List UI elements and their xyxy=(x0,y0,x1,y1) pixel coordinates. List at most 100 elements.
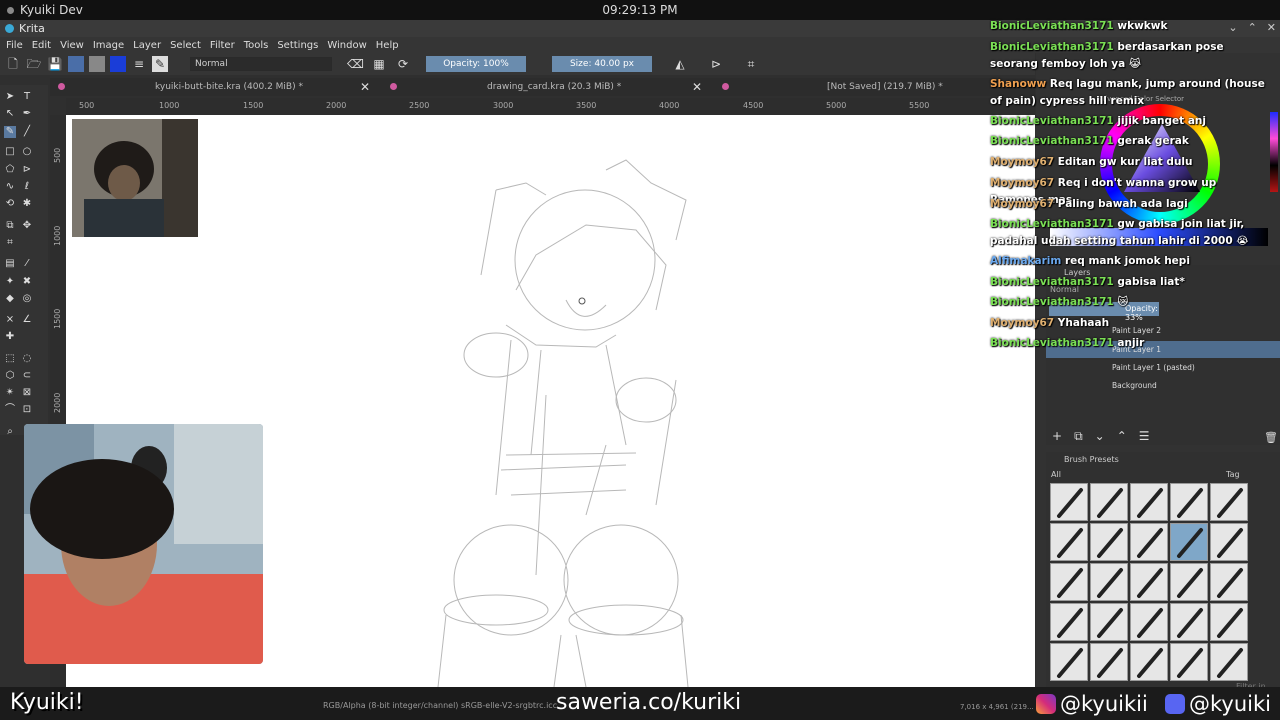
edit-shape-icon[interactable]: ↖ xyxy=(4,108,16,120)
bezier-tool-icon[interactable]: ∿ xyxy=(4,181,16,193)
assistant-icon[interactable]: ⨯ xyxy=(4,314,16,326)
transform-tool-icon[interactable]: ⧉ xyxy=(4,220,16,232)
smart-patch-icon[interactable]: ✦ xyxy=(4,276,16,288)
gradient-tool-icon[interactable]: ▤ xyxy=(4,258,16,270)
brush-preset[interactable] xyxy=(1170,603,1208,641)
brush-preset[interactable] xyxy=(1090,603,1128,641)
dynamic-brush-icon[interactable]: ⟲ xyxy=(4,198,16,210)
menu-file[interactable]: File xyxy=(6,40,23,51)
multibrush-icon[interactable]: ✱ xyxy=(21,198,33,210)
new-document-icon[interactable]: 🗋 xyxy=(5,56,21,72)
brush-preset[interactable] xyxy=(1050,483,1088,521)
brush-preset[interactable] xyxy=(1170,643,1208,681)
brush-preset[interactable] xyxy=(1130,643,1168,681)
measure-tool-icon[interactable]: ∠ xyxy=(21,314,33,326)
brush-preset[interactable] xyxy=(1170,483,1208,521)
rectangle-tool-icon[interactable]: □ xyxy=(4,146,16,158)
menu-view[interactable]: View xyxy=(60,40,84,51)
brush-settings-icon[interactable]: ≡ xyxy=(131,56,147,72)
brush-preset[interactable] xyxy=(1210,603,1248,641)
close-tab-icon[interactable]: ✕ xyxy=(360,80,370,94)
brush-preset[interactable] xyxy=(1210,483,1248,521)
layer-row[interactable]: Paint Layer 1 (pasted) xyxy=(1046,359,1280,376)
assistant-tool-icon[interactable]: ✖ xyxy=(21,276,33,288)
opacity-slider[interactable]: Opacity: 100% xyxy=(426,56,526,72)
move-down-icon[interactable]: ⌄ xyxy=(1095,429,1105,444)
mirror-vertical-icon[interactable]: ⊳ xyxy=(708,56,724,72)
brush-filter-select[interactable]: All xyxy=(1051,470,1061,479)
mirror-horizontal-icon[interactable]: ◭ xyxy=(672,56,688,72)
ellipse-select-icon[interactable]: ◌ xyxy=(21,353,33,365)
freehand-brush-icon[interactable]: ✎ xyxy=(4,126,16,138)
menu-window[interactable]: Window xyxy=(327,40,366,51)
menu-layer[interactable]: Layer xyxy=(133,40,161,51)
calligraphy-icon[interactable]: ✒ xyxy=(21,108,33,120)
rect-select-icon[interactable]: ⬚ xyxy=(4,353,16,365)
duplicate-layer-icon[interactable]: ⧉ xyxy=(1074,429,1083,444)
reference-tool-icon[interactable]: ✚ xyxy=(4,331,16,343)
brush-preset[interactable] xyxy=(1050,563,1088,601)
menu-select[interactable]: Select xyxy=(170,40,201,51)
brush-tag-select[interactable]: Tag xyxy=(1226,470,1240,479)
delete-layer-icon[interactable]: 🗑 xyxy=(1264,431,1278,444)
menu-image[interactable]: Image xyxy=(93,40,124,51)
move-tool-icon[interactable]: ✥ xyxy=(21,220,33,232)
freehand-path-icon[interactable]: ℓ xyxy=(21,181,33,193)
menu-settings[interactable]: Settings xyxy=(277,40,318,51)
layer-properties-icon[interactable]: ☰ xyxy=(1139,429,1150,444)
brush-preset[interactable] xyxy=(1130,603,1168,641)
brush-preset[interactable] xyxy=(1130,483,1168,521)
layer-row[interactable]: Background xyxy=(1046,377,1280,394)
brush-preset[interactable] xyxy=(1090,483,1128,521)
blend-mode-select[interactable]: Normal xyxy=(190,57,332,71)
brush-preset[interactable] xyxy=(1050,643,1088,681)
select-shape-icon[interactable]: ➤ xyxy=(4,91,16,103)
brush-preset[interactable] xyxy=(1210,523,1248,561)
brush-preset-icon[interactable]: ✎ xyxy=(152,56,168,72)
tab-document-3[interactable]: [Not Saved] (219.7 MiB) * xyxy=(722,78,943,96)
bezier-select-icon[interactable]: ⌒ xyxy=(4,404,16,416)
brush-preset[interactable] xyxy=(1090,643,1128,681)
tab-document-2[interactable]: drawing_card.kra (20.3 MiB) * xyxy=(390,78,621,96)
close-tab-icon[interactable]: ✕ xyxy=(692,80,702,94)
fill-tool-icon[interactable]: ◆ xyxy=(4,293,16,305)
move-up-icon[interactable]: ⌃ xyxy=(1117,429,1127,444)
crop-tool-icon[interactable]: ⌗ xyxy=(4,237,16,249)
menu-tools[interactable]: Tools xyxy=(244,40,269,51)
add-layer-icon[interactable]: + xyxy=(1052,429,1062,444)
polyline-tool-icon[interactable]: ⊳ xyxy=(21,164,33,176)
text-tool-icon[interactable]: T xyxy=(21,91,33,103)
brush-preset[interactable] xyxy=(1050,603,1088,641)
reload-icon[interactable]: ⟳ xyxy=(395,56,411,72)
pattern-icon[interactable] xyxy=(89,56,105,72)
zoom-tool-icon[interactable]: ⌕ xyxy=(4,426,16,438)
polygon-tool-icon[interactable]: ⬠ xyxy=(4,164,16,176)
tab-document-1[interactable]: kyuiki-butt-bite.kra (400.2 MiB) * xyxy=(58,78,303,96)
brush-preset[interactable] xyxy=(1090,563,1128,601)
brush-preset[interactable] xyxy=(1090,523,1128,561)
gradient-icon[interactable] xyxy=(68,56,84,72)
menu-edit[interactable]: Edit xyxy=(32,40,51,51)
crop-icon[interactable]: ⌗ xyxy=(743,56,759,72)
ellipse-tool-icon[interactable]: ○ xyxy=(21,146,33,158)
brush-preset[interactable] xyxy=(1210,563,1248,601)
similar-select-icon[interactable]: ⊠ xyxy=(21,387,33,399)
contiguous-select-icon[interactable]: ✴ xyxy=(4,387,16,399)
menu-filter[interactable]: Filter xyxy=(210,40,235,51)
color-picker-icon[interactable]: ⁄ xyxy=(21,258,33,270)
brush-preset[interactable] xyxy=(1170,523,1208,561)
menu-help[interactable]: Help xyxy=(376,40,399,51)
magnetic-select-icon[interactable]: ⊡ xyxy=(21,404,33,416)
polygon-select-icon[interactable]: ⬡ xyxy=(4,370,16,382)
brush-preset[interactable] xyxy=(1130,563,1168,601)
line-tool-icon[interactable]: ╱ xyxy=(21,126,33,138)
outline-select-icon[interactable]: ⊂ xyxy=(21,370,33,382)
brush-preset[interactable] xyxy=(1170,563,1208,601)
brush-preset[interactable] xyxy=(1210,643,1248,681)
alpha-lock-icon[interactable]: ▦ xyxy=(371,56,387,72)
open-folder-icon[interactable]: 🗁 xyxy=(26,56,42,72)
enclose-fill-icon[interactable]: ◎ xyxy=(21,293,33,305)
brush-preset[interactable] xyxy=(1130,523,1168,561)
brush-preset[interactable] xyxy=(1050,523,1088,561)
size-slider[interactable]: Size: 40.00 px xyxy=(552,56,652,72)
